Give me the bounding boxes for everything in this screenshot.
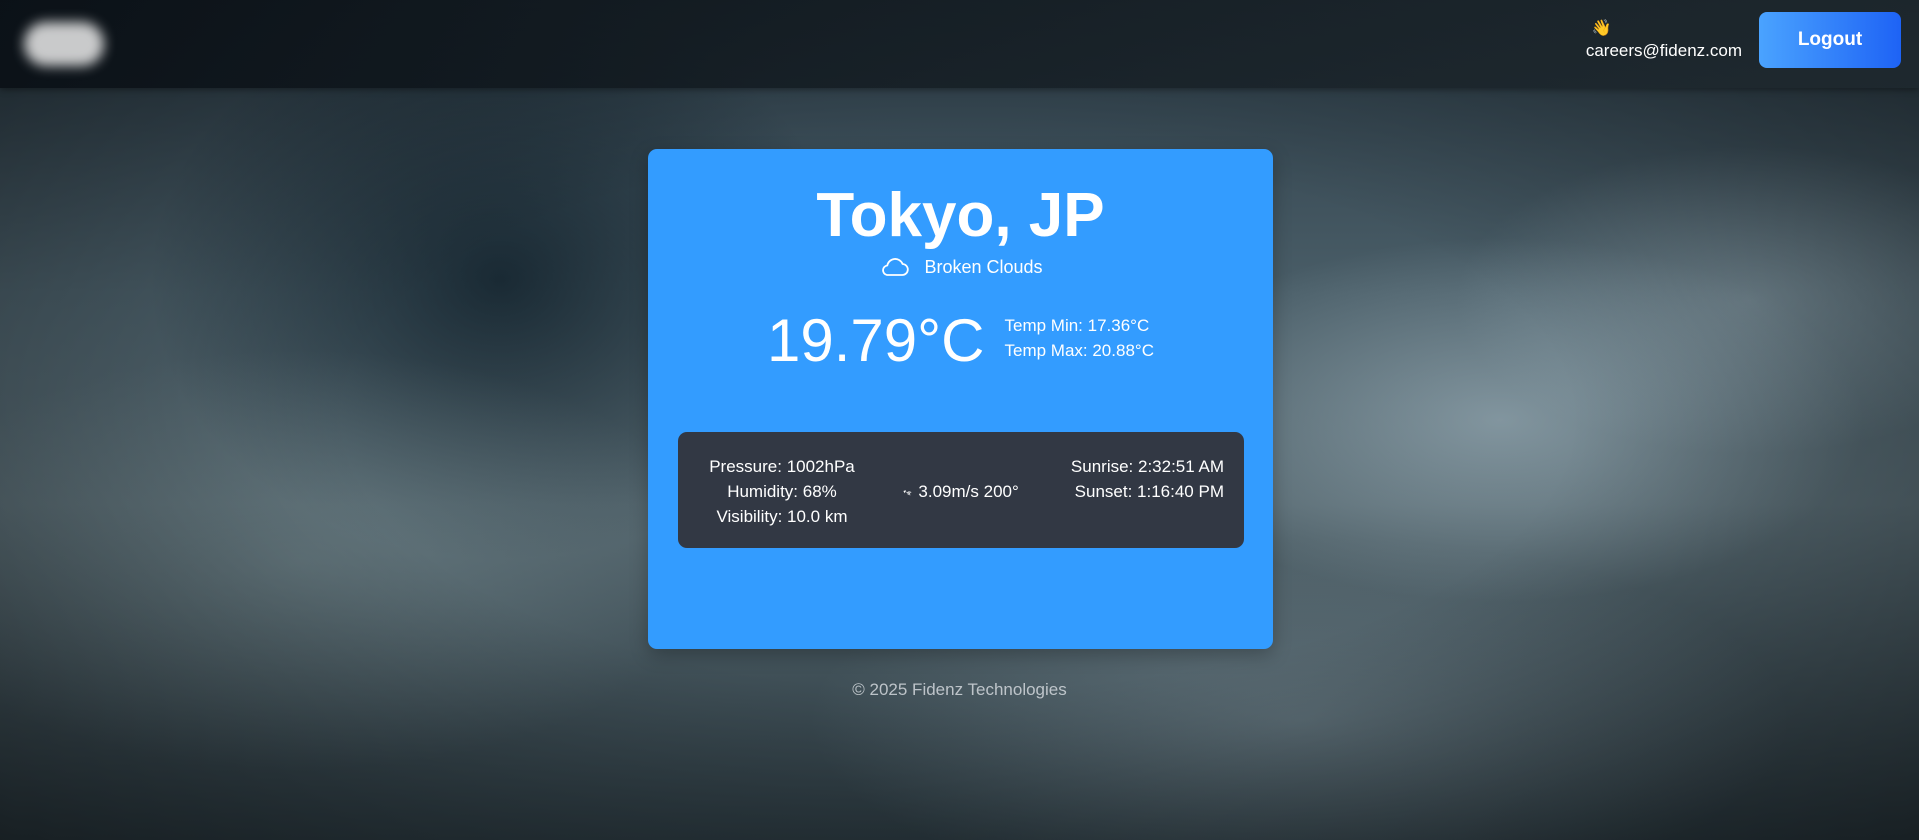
visibility: Visibility: 10.0 km — [716, 507, 848, 526]
user-info: 👋 careers@fidenz.com — [1586, 18, 1742, 62]
top-navbar: 👋 careers@fidenz.com Logout — [0, 0, 1919, 88]
humidity: Humidity: 68% — [727, 482, 837, 501]
description-text: Broken Clouds — [924, 256, 1043, 277]
details-panel: Pressure: 1002hPa Humidity: 68% Visibili… — [678, 432, 1244, 548]
logout-button[interactable]: Logout — [1759, 12, 1901, 68]
temp-range: Temp Min: 17.36°C Temp Max: 20.88°C — [1005, 313, 1154, 363]
weather-card[interactable]: Tokyo, JP Broken Clouds 19.79°C Temp Min… — [648, 149, 1273, 649]
copyright-text: © 2025 Fidenz Technologies — [852, 680, 1067, 699]
user-email: careers@fidenz.com — [1585, 41, 1742, 60]
pressure: Pressure: 1002hPa — [709, 457, 855, 476]
cloud-icon — [882, 258, 910, 276]
sunrise: Sunrise: 2:32:51 AM — [1070, 457, 1224, 476]
current-temperature: 19.79°C — [767, 307, 985, 374]
wave-emoji: 👋 — [1591, 20, 1612, 37]
footer: © 2025 Fidenz Technologies — [0, 680, 1919, 700]
sunset: Sunset: 1:16:40 PM — [1074, 482, 1224, 501]
atmosphere-column: Pressure: 1002hPa Humidity: 68% Visibili… — [678, 454, 886, 529]
wind-column: ➳ 3.09m/s 200° — [886, 479, 1036, 504]
city-name: Tokyo, JP — [816, 181, 1105, 250]
logo[interactable] — [24, 22, 104, 66]
temp-max: Temp Max: 20.88°C — [1004, 341, 1154, 360]
wind-direction-arrow-icon: ➳ — [901, 484, 915, 500]
temperature-row: 19.79°C Temp Min: 17.36°C Temp Max: 20.8… — [648, 309, 1273, 373]
sun-column: Sunrise: 2:32:51 AM Sunset: 1:16:40 PM — [1071, 454, 1224, 504]
wind-speed: 3.09m/s 200° — [918, 482, 1019, 501]
temp-min: Temp Min: 17.36°C — [1004, 316, 1150, 335]
weather-description: Broken Clouds — [648, 255, 1273, 279]
